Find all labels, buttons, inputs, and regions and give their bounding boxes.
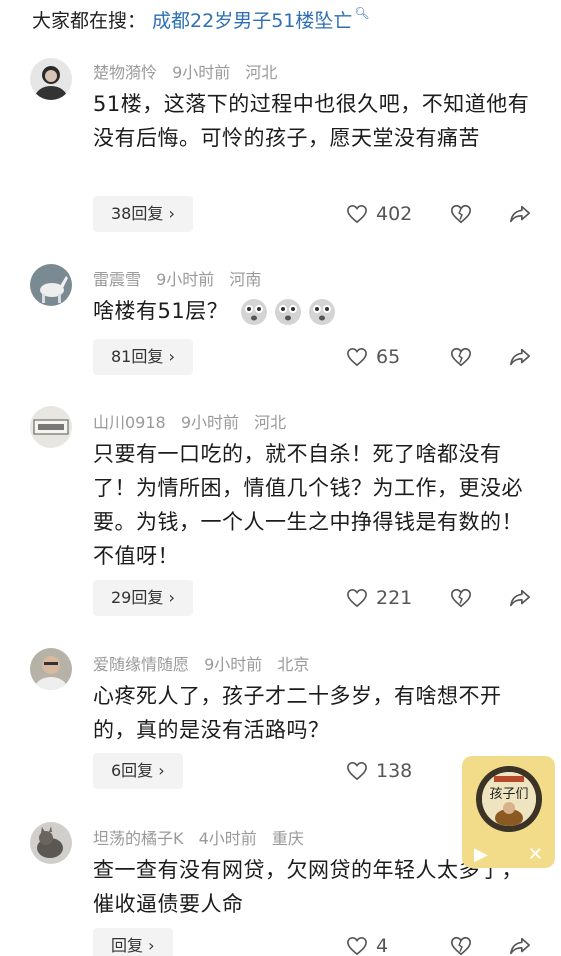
dislike-button[interactable]: [450, 203, 472, 225]
comment-meta: 雷震雪 9小时前 河南: [93, 266, 271, 290]
dislike-button[interactable]: [450, 587, 472, 609]
reply-button[interactable]: 29回复 ›: [93, 580, 193, 616]
share-arrow-icon: [510, 348, 530, 366]
comment-meta: 坦荡的橘子K 4小时前 重庆: [93, 825, 314, 849]
like-count: 65: [376, 346, 401, 368]
username[interactable]: 坦荡的橘子K: [93, 829, 184, 848]
reply-button[interactable]: 6回复 ›: [93, 753, 183, 789]
like-button[interactable]: 221: [346, 587, 412, 609]
comment-meta: 爱随缘情随愿 9小时前 北京: [93, 651, 319, 675]
comment-text: 只要有一口吃的，就不自杀！死了啥都没有了！为情所困，情值几个钱？为工作，更没必要…: [93, 442, 523, 568]
heart-icon: [347, 347, 367, 367]
timestamp: 9小时前: [204, 655, 263, 674]
like-count: 221: [376, 587, 413, 609]
username[interactable]: 山川0918: [93, 413, 166, 432]
username[interactable]: 爱随缘情随愿: [93, 655, 189, 674]
avatar[interactable]: [30, 822, 72, 864]
share-arrow-icon: [510, 589, 530, 607]
reply-button[interactable]: 81回复 ›: [93, 339, 193, 375]
avatar[interactable]: [30, 264, 72, 306]
location: 河南: [229, 270, 262, 289]
comment-text: 51楼，这落下的过程中也很久吧，不知道他有没有后悔。可怜的孩子，愿天堂没有痛苦: [93, 92, 530, 150]
comment-text-content: 啥楼有51层？: [93, 299, 229, 323]
floating-mini-player[interactable]: 孩子们 ▶ ✕: [462, 756, 555, 868]
location: 北京: [277, 655, 310, 674]
shocked-face-emoji-icon: [307, 297, 337, 327]
username[interactable]: 楚物漪怜: [93, 63, 157, 82]
broken-heart-icon: [451, 936, 471, 956]
dislike-button[interactable]: [450, 935, 472, 956]
timestamp: 9小时前: [180, 413, 240, 432]
reply-button[interactable]: 回复 ›: [93, 928, 173, 956]
location: 河北: [245, 63, 278, 82]
like-count: 138: [376, 760, 413, 782]
timestamp: 9小时前: [172, 63, 231, 82]
comment-text: 啥楼有51层？: [93, 294, 533, 328]
share-button[interactable]: [509, 203, 531, 225]
album-title: 孩子们: [489, 787, 528, 802]
heart-icon: [347, 588, 367, 608]
like-button[interactable]: 138: [346, 760, 412, 782]
search-prefix-label: 大家都在搜：: [32, 9, 147, 32]
comment-text: 心疼死人了，孩子才二十多岁，有啥想不开的，真的是没有活路吗？: [93, 684, 502, 742]
play-icon[interactable]: ▶: [474, 844, 488, 865]
heart-icon: [347, 936, 367, 956]
like-count: 402: [376, 203, 413, 225]
avatar[interactable]: [30, 58, 72, 100]
share-button[interactable]: [509, 346, 531, 368]
broken-heart-icon: [451, 347, 471, 367]
timestamp: 9小时前: [156, 270, 215, 289]
share-arrow-icon: [510, 205, 530, 223]
search-icon: 🔍︎: [354, 6, 370, 20]
album-art[interactable]: 孩子们: [476, 766, 542, 832]
timestamp: 4小时前: [198, 829, 257, 848]
avatar[interactable]: [30, 648, 72, 690]
share-button[interactable]: [509, 935, 531, 956]
reply-button[interactable]: 38回复 ›: [93, 196, 193, 232]
location: 重庆: [271, 829, 304, 848]
heart-icon: [347, 204, 367, 224]
broken-heart-icon: [451, 204, 471, 224]
comment-meta: 楚物漪怜 9小时前 河北: [93, 59, 287, 83]
like-count: 4: [376, 935, 389, 956]
like-button[interactable]: 4: [346, 935, 388, 956]
share-arrow-icon: [510, 937, 530, 955]
mini-player-controls: ▶ ✕: [462, 840, 555, 868]
avatar[interactable]: [30, 406, 72, 448]
search-suggestion-bar[interactable]: 大家都在搜： 成都22岁男子51楼坠亡 🔍︎: [0, 0, 561, 38]
like-button[interactable]: 402: [346, 203, 412, 225]
share-button[interactable]: [509, 587, 531, 609]
like-button[interactable]: 65: [346, 346, 400, 368]
dislike-button[interactable]: [450, 346, 472, 368]
close-icon[interactable]: ✕: [528, 844, 543, 865]
comment-meta: 山川0918 9小时前 河北: [93, 409, 296, 433]
shocked-face-emoji-icon: [239, 297, 269, 327]
broken-heart-icon: [451, 588, 471, 608]
location: 河北: [254, 413, 287, 432]
heart-icon: [347, 761, 367, 781]
album-cover-art: 孩子们: [482, 772, 536, 826]
username[interactable]: 雷震雪: [93, 270, 141, 289]
shocked-face-emoji-icon: [273, 297, 303, 327]
search-query-link[interactable]: 成都22岁男子51楼坠亡: [152, 6, 352, 33]
